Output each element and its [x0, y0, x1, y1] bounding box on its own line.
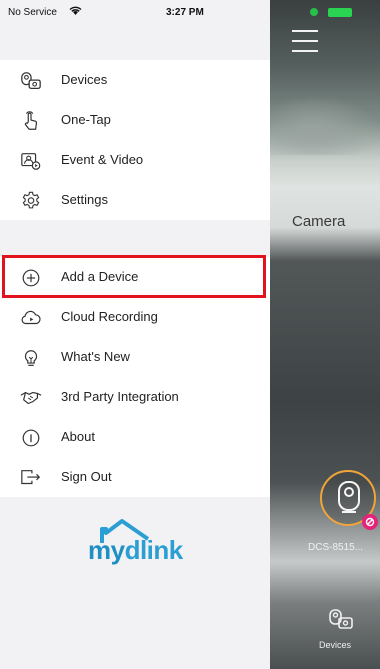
devices-tab-label: Devices — [319, 640, 352, 650]
devices-tab-icon[interactable] — [328, 606, 354, 632]
settings-gear-icon — [22, 191, 40, 209]
side-drawer: No Service 3:27 PM Devices One-Tap Event… — [0, 0, 270, 669]
menu-group-main: Devices One-Tap Event & Video Settings — [0, 60, 270, 220]
menu-item-devices[interactable]: Devices — [0, 60, 270, 100]
handshake-icon — [20, 391, 42, 405]
carrier-label: No Service — [8, 7, 57, 18]
alert-badge-icon — [362, 514, 378, 530]
device-name-label: DCS-8515... — [308, 542, 364, 553]
devices-icon — [21, 72, 41, 89]
menu-item-cloud-recording[interactable]: Cloud Recording — [0, 297, 270, 337]
highlight-annotation-box — [2, 255, 266, 298]
menu-item-settings[interactable]: Settings — [0, 180, 270, 220]
sign-out-icon — [21, 470, 41, 485]
menu-item-about[interactable]: About — [0, 417, 270, 457]
background-blur — [270, 95, 380, 155]
lightbulb-icon — [24, 350, 38, 366]
menu-item-label: One-Tap — [61, 112, 111, 127]
event-video-icon — [21, 153, 41, 170]
menu-item-label: Settings — [61, 192, 108, 207]
logo-prefix: my — [88, 535, 125, 565]
wifi-icon — [69, 6, 82, 15]
battery-icon — [328, 8, 352, 17]
status-bar: No Service 3:27 PM — [0, 0, 270, 60]
cloud-recording-icon — [21, 310, 41, 325]
menu-item-whats-new[interactable]: What's New — [0, 337, 270, 377]
menu-item-label: Sign Out — [61, 469, 112, 484]
one-tap-hand-icon — [24, 111, 38, 130]
menu-divider — [0, 220, 270, 257]
menu-item-sign-out[interactable]: Sign Out — [0, 457, 270, 497]
menu-item-event-video[interactable]: Event & Video — [0, 140, 270, 180]
menu-item-one-tap[interactable]: One-Tap — [0, 100, 270, 140]
hamburger-menu-icon[interactable] — [292, 30, 318, 52]
info-icon — [22, 429, 40, 447]
camera-section-label: Camera — [292, 213, 346, 230]
menu-item-label: What's New — [61, 349, 130, 364]
menu-item-label: 3rd Party Integration — [61, 389, 179, 404]
menu-item-label: Event & Video — [61, 152, 144, 167]
menu-item-label: Cloud Recording — [61, 309, 158, 324]
background-camera-view: Camera DCS-8515... Devices — [270, 0, 380, 669]
camera-icon — [338, 481, 360, 513]
status-green-dot-icon — [310, 8, 318, 16]
mydlink-logo: mydlink — [88, 535, 183, 566]
logo-suffix: dlink — [124, 535, 184, 565]
menu-item-3rd-party-integration[interactable]: 3rd Party Integration — [0, 377, 270, 417]
status-time: 3:27 PM — [166, 7, 204, 18]
menu-item-label: About — [61, 429, 95, 444]
menu-item-label: Devices — [61, 72, 108, 87]
